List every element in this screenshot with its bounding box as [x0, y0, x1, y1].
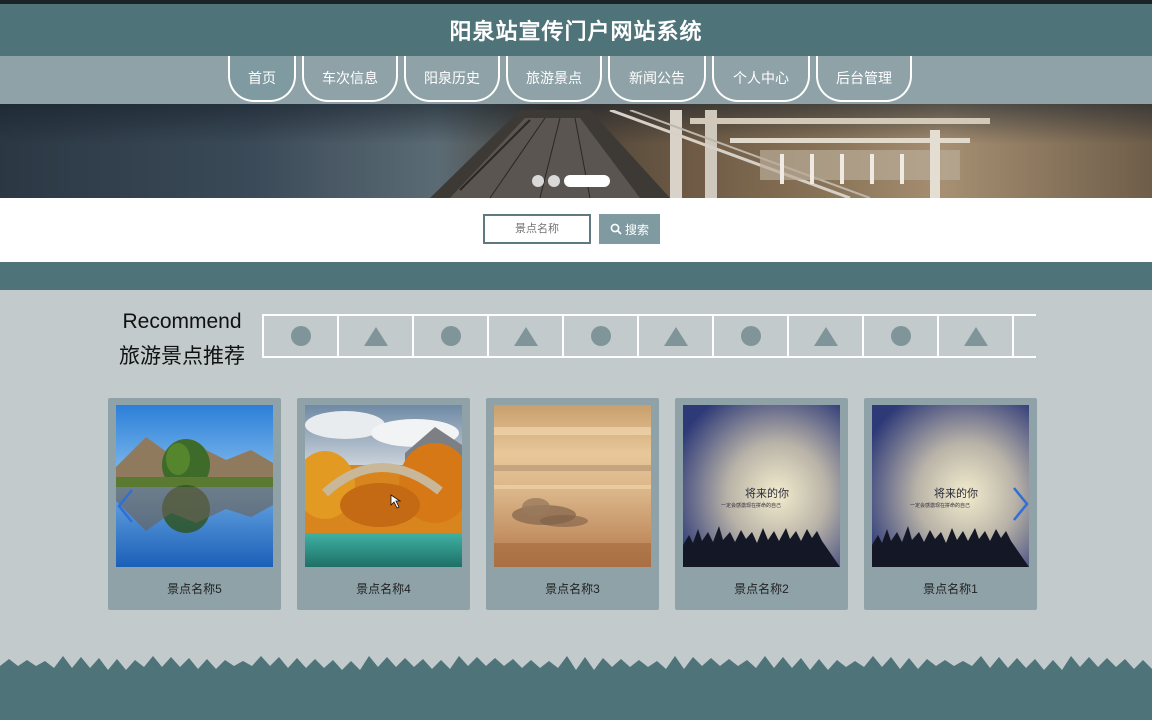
carousel-dot-1[interactable]: [532, 175, 544, 187]
quote-subtitle: 一定会感激现在拼命的自己: [721, 502, 781, 509]
nav-item-profile[interactable]: 个人中心: [712, 56, 810, 102]
recommend-tab-10[interactable]: [937, 316, 1012, 356]
recommend-tab-6[interactable]: [637, 316, 712, 356]
attraction-name: 景点名称5: [167, 582, 222, 596]
circle-icon: [590, 326, 611, 346]
circle-icon: [290, 326, 311, 346]
attraction-name: 景点名称4: [356, 582, 411, 596]
prev-arrow-icon[interactable]: [114, 486, 138, 526]
search-input[interactable]: [483, 214, 591, 244]
circle-icon: [740, 326, 761, 346]
quote-title: 将来的你: [934, 486, 978, 500]
attraction-name: 景点名称1: [923, 582, 978, 596]
attraction-name: 景点名称2: [734, 582, 789, 596]
carousel-dot-3[interactable]: [564, 175, 610, 187]
triangle-icon: [513, 326, 538, 346]
recommend-tabs: [262, 314, 1036, 358]
nav-item-home[interactable]: 首页: [228, 56, 296, 102]
attraction-image: [494, 405, 651, 567]
quote-subtitle: 一定会感激现在拼命的自己: [910, 502, 970, 509]
tabs-end: [1012, 316, 1026, 356]
carousel-dot-2[interactable]: [548, 175, 560, 187]
quote-title: 将来的你: [745, 486, 789, 500]
attraction-card[interactable]: 景点名称4: [297, 398, 470, 610]
attraction-card[interactable]: 将来的你 一定会感激现在拼命的自己 景点名称2: [675, 398, 848, 610]
attraction-image: [116, 405, 273, 567]
recommend-tab-3[interactable]: [412, 316, 487, 356]
triangle-icon: [663, 326, 688, 346]
nav-bar: 首页 车次信息 阳泉历史 旅游景点 新闻公告 个人中心 后台管理: [0, 56, 1152, 104]
search-button[interactable]: 搜索: [599, 214, 660, 244]
nav-item-news[interactable]: 新闻公告: [608, 56, 706, 102]
divider-band: [0, 262, 1152, 290]
attraction-image: 将来的你 一定会感激现在拼命的自己: [683, 405, 840, 567]
search-section: 搜索: [0, 198, 1152, 262]
next-arrow-icon[interactable]: [1008, 484, 1032, 524]
main-nav: 首页 车次信息 阳泉历史 旅游景点 新闻公告 个人中心 后台管理: [228, 56, 918, 102]
triangle-icon: [813, 326, 838, 346]
recommend-tab-1[interactable]: [262, 316, 337, 356]
nav-item-history[interactable]: 阳泉历史: [404, 56, 500, 102]
nav-item-train-info[interactable]: 车次信息: [302, 56, 398, 102]
attraction-cards: 景点名称5 景点名称4 景点名称3 将来的你 一定会感激现在拼命的自己 景点名称…: [108, 398, 1037, 610]
pier-illustration: [430, 110, 990, 198]
footer-wave: [0, 656, 1152, 720]
circle-icon: [890, 326, 911, 346]
triangle-icon: [363, 326, 388, 346]
recommend-tab-4[interactable]: [487, 316, 562, 356]
triangle-icon: [963, 326, 988, 346]
recommend-title-en: Recommend: [122, 310, 242, 333]
recommend-tab-9[interactable]: [862, 316, 937, 356]
nav-item-admin[interactable]: 后台管理: [816, 56, 912, 102]
attraction-name: 景点名称3: [545, 582, 600, 596]
search-button-label: 搜索: [624, 222, 649, 237]
recommend-tab-2[interactable]: [337, 316, 412, 356]
carousel-dots: [532, 175, 610, 187]
recommend-tab-5[interactable]: [562, 316, 637, 356]
search-icon: [610, 223, 622, 235]
circle-icon: [440, 326, 461, 346]
nav-item-attractions[interactable]: 旅游景点: [506, 56, 602, 102]
attraction-image: [305, 405, 462, 567]
header-bar: 阳泉站宣传门户网站系统: [0, 4, 1152, 56]
site-title: 阳泉站宣传门户网站系统: [449, 19, 703, 44]
attraction-image: 将来的你 一定会感激现在拼命的自己: [872, 405, 1029, 567]
attraction-card[interactable]: 景点名称3: [486, 398, 659, 610]
recommend-tab-8[interactable]: [787, 316, 862, 356]
recommend-title-cn: 旅游景点推荐: [119, 345, 245, 368]
recommend-tab-7[interactable]: [712, 316, 787, 356]
